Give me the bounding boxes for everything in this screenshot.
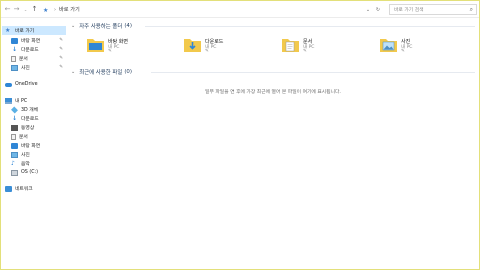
pin-icon: ✎ — [59, 38, 63, 43]
sidebar-item-label: 동영상 — [21, 126, 35, 131]
frequent-folders-header[interactable]: ⌄ 자주 사용하는 폴더 (4) — [71, 22, 132, 30]
content-pane: ⌄ 자주 사용하는 폴더 (4) 바탕 화면 내 PC ✎ 다운로드 내 PC … — [67, 19, 479, 269]
pin-icon: ✎ — [401, 49, 405, 54]
star-icon: ★ — [5, 26, 11, 34]
desktop-icon — [11, 142, 18, 149]
sidebar-item-3d-objects[interactable]: 3D 개체 — [2, 105, 66, 114]
desktop-icon — [11, 37, 18, 44]
network-icon — [5, 185, 12, 192]
up-arrow-icon[interactable]: ↑ — [30, 4, 39, 14]
sidebar-item-quick-access[interactable]: ★ 바로 가기 — [2, 26, 66, 35]
sidebar-item-this-pc[interactable]: 내 PC — [2, 96, 66, 105]
pin-icon: ✎ — [303, 49, 307, 54]
navigation-pane: ★ 바로 가기 바탕 화면 ✎ ↓ 다운로드 ✎ 문서 ✎ 사진 ✎ OneDr… — [2, 19, 66, 269]
sidebar-item-downloads-pinned[interactable]: ↓ 다운로드 ✎ — [2, 45, 66, 54]
chevron-down-icon[interactable]: ⌄ — [71, 23, 75, 29]
sidebar-item-documents-pinned[interactable]: 문서 ✎ — [2, 54, 66, 63]
file-explorer-window: ← → ⌄ ↑ ★ › 바로 가기 ⌄ ↻ 바로 가기 검색 ⌕ ★ 바로 가기… — [0, 0, 480, 270]
empty-recent-message: 일부 파일을 연 후에 가장 최근에 열어 본 파일이 여기에 표시됩니다. — [205, 90, 341, 95]
group-title: 최근에 사용한 파일 — [79, 70, 123, 76]
pictures-icon — [11, 151, 18, 158]
drive-icon — [11, 169, 18, 176]
search-icon[interactable]: ⌕ — [470, 6, 473, 14]
sidebar-item-label: 문서 — [19, 135, 28, 140]
sidebar-item-label: 다운로드 — [21, 48, 39, 53]
sidebar-item-videos[interactable]: 동영상 — [2, 123, 66, 132]
divider — [151, 72, 475, 73]
search-input[interactable]: 바로 가기 검색 ⌕ — [389, 4, 477, 15]
3d-objects-icon — [11, 106, 18, 113]
pin-icon: ✎ — [59, 65, 63, 70]
pin-icon: ✎ — [205, 49, 209, 54]
star-icon: ★ — [43, 6, 49, 14]
desktop-folder-icon — [87, 39, 104, 52]
sidebar-item-label: 사진 — [21, 153, 30, 158]
sidebar-item-pictures[interactable]: 사진 — [2, 150, 66, 159]
sidebar-item-documents[interactable]: 문서 — [2, 132, 66, 141]
sidebar-item-label: 문서 — [19, 57, 28, 62]
folder-tile-downloads[interactable]: 다운로드 내 PC ✎ — [184, 37, 274, 57]
pin-icon: ✎ — [59, 47, 63, 52]
download-icon: ↓ — [11, 114, 18, 122]
group-title: 자주 사용하는 폴더 — [79, 24, 123, 30]
sidebar-item-downloads[interactable]: ↓ 다운로드 — [2, 114, 66, 123]
sidebar-item-os-drive[interactable]: OS (C:) — [2, 168, 66, 177]
breadcrumb-separator-icon[interactable]: › — [54, 7, 56, 13]
sidebar-item-label: 바로 가기 — [15, 29, 35, 34]
back-arrow-icon[interactable]: ← — [3, 4, 12, 14]
chevron-down-icon[interactable]: ⌄ — [71, 69, 75, 75]
music-icon: ♪ — [11, 159, 15, 167]
search-placeholder: 바로 가기 검색 — [394, 8, 424, 13]
downloads-folder-icon — [184, 39, 201, 52]
pin-icon: ✎ — [108, 49, 112, 54]
chevron-down-icon[interactable]: ⌄ — [21, 4, 30, 14]
sidebar-item-pictures-pinned[interactable]: 사진 ✎ — [2, 63, 66, 72]
sidebar-item-onedrive[interactable]: OneDrive — [2, 80, 66, 89]
divider — [145, 26, 475, 27]
pc-icon — [5, 97, 12, 104]
document-icon — [11, 55, 16, 62]
sidebar-item-desktop[interactable]: 바탕 화면 — [2, 141, 66, 150]
sidebar-item-label: OS (C:) — [21, 170, 39, 175]
folder-tile-documents[interactable]: 문서 내 PC ✎ — [282, 37, 372, 57]
group-count: (4) — [124, 23, 132, 29]
pictures-icon — [11, 64, 18, 71]
sidebar-item-label: 네트워크 — [15, 187, 33, 192]
breadcrumb-location[interactable]: 바로 가기 — [59, 6, 80, 13]
address-dropdown-icon[interactable]: ⌄ — [363, 4, 373, 15]
sidebar-item-label: 3D 개체 — [21, 108, 39, 113]
folder-tile-desktop[interactable]: 바탕 화면 내 PC ✎ — [87, 37, 177, 57]
pictures-folder-icon — [380, 39, 397, 52]
sidebar-item-label: 사진 — [21, 66, 30, 71]
document-icon — [11, 133, 16, 140]
cloud-icon — [5, 82, 12, 87]
documents-folder-icon — [282, 39, 299, 52]
address-bar-row: ← → ⌄ ↑ ★ › 바로 가기 ⌄ ↻ 바로 가기 검색 ⌕ — [1, 1, 479, 18]
sidebar-item-music[interactable]: ♪ 음악 — [2, 159, 66, 168]
sidebar-item-label: 음악 — [21, 162, 30, 167]
refresh-icon[interactable]: ↻ — [373, 4, 383, 15]
sidebar-item-label: 바탕 화면 — [21, 144, 41, 149]
recent-files-header[interactable]: ⌄ 최근에 사용한 파일 (0) — [71, 68, 132, 76]
sidebar-item-label: 바탕 화면 — [21, 39, 41, 44]
sidebar-item-desktop-pinned[interactable]: 바탕 화면 ✎ — [2, 36, 66, 45]
download-icon: ↓ — [11, 45, 18, 53]
sidebar-item-label: 다운로드 — [21, 117, 39, 122]
group-count: (0) — [124, 69, 132, 75]
video-icon — [11, 124, 18, 131]
sidebar-item-network[interactable]: 네트워크 — [2, 184, 66, 193]
pin-icon: ✎ — [59, 56, 63, 61]
breadcrumb[interactable]: ★ › 바로 가기 — [43, 4, 378, 15]
sidebar-item-label: 내 PC — [15, 99, 28, 104]
forward-arrow-icon[interactable]: → — [12, 4, 21, 14]
sidebar-item-label: OneDrive — [15, 82, 38, 87]
folder-tile-pictures[interactable]: 사진 내 PC ✎ — [380, 37, 470, 57]
